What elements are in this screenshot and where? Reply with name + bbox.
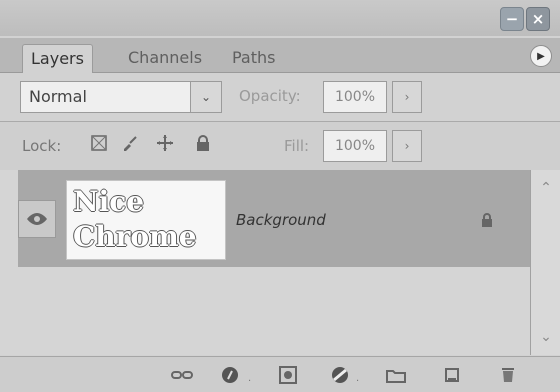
adjustment-more-icon: . bbox=[356, 373, 360, 384]
fill-input[interactable]: 100% bbox=[323, 130, 387, 162]
fx-more-icon: . bbox=[248, 373, 252, 384]
tab-label: Paths bbox=[232, 48, 276, 67]
thumbnail-text-chrome: Chrome bbox=[73, 220, 197, 253]
chevron-up-icon[interactable]: ⌃ bbox=[536, 178, 556, 198]
fx-icon[interactable] bbox=[218, 364, 242, 386]
blending-row: Normal ⌄ Opacity: 100% › bbox=[0, 73, 560, 122]
fill-label: Fill: bbox=[284, 137, 310, 155]
new-layer-icon[interactable] bbox=[440, 364, 464, 386]
trash-icon[interactable] bbox=[496, 364, 520, 386]
lock-label: Lock: bbox=[22, 137, 62, 155]
folder-icon[interactable] bbox=[384, 364, 408, 386]
layers-scrollbar[interactable]: ⌃ ⌄ bbox=[530, 170, 560, 355]
panel-tabs: Layers Channels Paths bbox=[0, 38, 560, 73]
opacity-value: 100% bbox=[334, 89, 376, 105]
tab-channels[interactable]: Channels bbox=[120, 44, 210, 72]
layer-row[interactable]: Nice Chrome Background bbox=[18, 170, 530, 267]
layers-list: Nice Chrome Background bbox=[0, 170, 530, 355]
panel-titlebar bbox=[0, 0, 560, 36]
adjustment-layer-icon[interactable] bbox=[328, 364, 352, 386]
layers-panel: − × Layers Channels Paths ▶ Normal ⌄ Opa… bbox=[0, 0, 560, 392]
tab-paths[interactable]: Paths bbox=[224, 44, 283, 72]
blend-mode-dropdown[interactable]: ⌄ bbox=[190, 82, 221, 112]
lock-icon[interactable] bbox=[194, 134, 212, 152]
layer-lock-icon bbox=[478, 211, 496, 229]
chevron-right-icon: › bbox=[404, 139, 410, 153]
tab-label: Layers bbox=[31, 49, 84, 68]
layer-thumbnail[interactable]: Nice Chrome bbox=[66, 180, 226, 260]
transparent-pixels-lock-icon[interactable] bbox=[90, 134, 108, 152]
visibility-toggle[interactable] bbox=[18, 200, 56, 238]
opacity-arrow-button[interactable]: › bbox=[392, 81, 422, 113]
bottom-toolbar: . . bbox=[0, 356, 560, 392]
close-icon: × bbox=[531, 10, 545, 28]
minimize-icon: − bbox=[505, 10, 519, 28]
close-button[interactable]: × bbox=[526, 7, 550, 31]
eye-icon bbox=[27, 213, 47, 225]
panel-menu-button[interactable]: ▶ bbox=[530, 45, 552, 67]
opacity-input[interactable]: 100% bbox=[323, 81, 387, 113]
chevron-down-icon[interactable]: ⌄ bbox=[536, 327, 556, 347]
lock-row: Lock: Fill: 100% › bbox=[0, 122, 560, 171]
fill-value: 100% bbox=[334, 138, 376, 154]
mask-icon[interactable] bbox=[276, 364, 300, 386]
play-icon: ▶ bbox=[537, 50, 545, 62]
blend-mode-value: Normal bbox=[29, 87, 87, 106]
fill-arrow-button[interactable]: › bbox=[392, 130, 422, 162]
thumbnail-text-nice: Nice bbox=[73, 185, 145, 218]
tab-layers[interactable]: Layers bbox=[22, 44, 93, 73]
chevron-down-icon: ⌄ bbox=[200, 90, 212, 104]
brush-lock-icon[interactable] bbox=[121, 134, 139, 152]
tab-label: Channels bbox=[128, 48, 203, 67]
minimize-button[interactable]: − bbox=[500, 7, 524, 31]
opacity-label: Opacity: bbox=[239, 87, 301, 105]
layer-name[interactable]: Background bbox=[236, 211, 326, 229]
chevron-right-icon: › bbox=[404, 90, 410, 104]
move-lock-icon[interactable] bbox=[156, 134, 174, 152]
link-layers-icon[interactable] bbox=[170, 364, 194, 386]
blend-mode-select[interactable]: Normal ⌄ bbox=[20, 81, 222, 113]
